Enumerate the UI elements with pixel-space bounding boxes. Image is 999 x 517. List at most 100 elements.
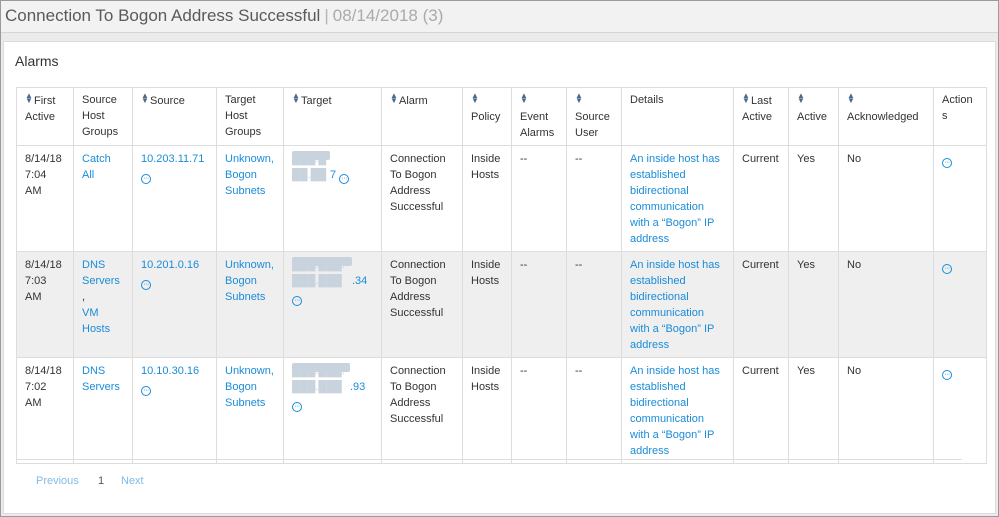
details-link[interactable]: An inside host has established bidirecti… bbox=[630, 365, 720, 457]
col-header-actions: Actions bbox=[933, 87, 987, 146]
cell-actions: ··· bbox=[933, 145, 987, 252]
sort-icon: ▲ ▼ bbox=[847, 91, 855, 105]
cell-last-active: Current bbox=[733, 357, 789, 464]
details-link[interactable]: An inside host has established bidirecti… bbox=[630, 153, 720, 245]
cell-details: An inside host has established bidirecti… bbox=[621, 251, 734, 358]
cell-policy: Inside Hosts bbox=[462, 357, 512, 464]
cell-policy: Inside Hosts bbox=[462, 251, 512, 358]
target-ip-link[interactable]: 7 bbox=[330, 169, 336, 181]
cell-alarm: Connection To Bogon Address Successful bbox=[381, 357, 463, 464]
redacted-ip: ███.███.███.███ bbox=[292, 257, 352, 287]
sort-icon: ▲ ▼ bbox=[25, 91, 33, 105]
cell-source-user: -- bbox=[566, 251, 622, 358]
cell-target: ███.███.███.███ .93 ··· bbox=[283, 357, 382, 464]
col-header-target[interactable]: ▲ ▼ Target bbox=[283, 87, 382, 146]
col-header-policy[interactable]: ▲ ▼ Policy bbox=[462, 87, 512, 146]
target-host-group-link[interactable]: Unknown, Bogon Subnets bbox=[225, 259, 274, 303]
cell-active: Yes bbox=[788, 357, 839, 464]
col-header-alarm[interactable]: ▲ ▼ Alarm bbox=[381, 87, 463, 146]
source-ip-link[interactable]: 10.201.0.16 bbox=[141, 259, 199, 271]
col-header-event-alarms[interactable]: ▲ ▼ Event Alarms bbox=[511, 87, 567, 146]
cell-source-user: -- bbox=[566, 145, 622, 252]
sort-icon: ▲ ▼ bbox=[390, 91, 398, 105]
ellipsis-circle-icon[interactable]: ··· bbox=[339, 174, 350, 184]
details-link[interactable]: An inside host has established bidirecti… bbox=[630, 259, 720, 351]
cell-last-active: Current bbox=[733, 251, 789, 358]
ellipsis-circle-icon[interactable]: ··· bbox=[292, 296, 302, 306]
cell-source-user: -- bbox=[566, 357, 622, 464]
source-host-group-link[interactable]: VM Hosts bbox=[82, 307, 110, 335]
table-row: 8/14/18 7:02 AM DNS Servers 10.10.30.16 ·… bbox=[16, 357, 987, 464]
source-ip-link[interactable]: 10.203.11.71 bbox=[141, 153, 204, 165]
cell-target: ███.███.███.███ .34 ··· bbox=[283, 251, 382, 358]
cell-target-host-groups: Unknown, Bogon Subnets bbox=[216, 251, 284, 358]
cell-source: 10.203.11.71 ··· bbox=[132, 145, 217, 252]
cell-alarm: Connection To Bogon Address Successful bbox=[381, 145, 463, 252]
source-host-group-link[interactable]: Catch All bbox=[82, 153, 111, 181]
ellipsis-circle-icon[interactable]: ··· bbox=[942, 158, 952, 168]
col-header-first-active[interactable]: ▲ ▼ First Active bbox=[16, 87, 74, 146]
col-header-last-active[interactable]: ▲ ▼ Last Active bbox=[733, 87, 789, 146]
cell-source-host-groups: DNS Servers, VM Hosts bbox=[73, 251, 133, 358]
target-ip-link[interactable]: .34 bbox=[352, 275, 367, 287]
page-subtitle: 08/14/2018 (3) bbox=[332, 6, 444, 25]
next-page-button[interactable]: Next bbox=[121, 475, 144, 487]
ellipsis-circle-icon[interactable]: ··· bbox=[141, 280, 151, 290]
cell-target-host-groups: Unknown, Bogon Subnets bbox=[216, 357, 284, 464]
ellipsis-circle-icon[interactable]: ··· bbox=[292, 402, 302, 412]
col-header-target-host-groups: Target Host Groups bbox=[216, 87, 284, 146]
ellipsis-circle-icon[interactable]: ··· bbox=[942, 370, 952, 380]
target-host-group-link[interactable]: Unknown, Bogon Subnets bbox=[225, 153, 274, 197]
alarms-table: ▲ ▼ First Active Source Host Groups ▲ ▼ Sour… bbox=[16, 87, 987, 464]
sort-icon: ▲ ▼ bbox=[797, 91, 805, 105]
ellipsis-circle-icon[interactable]: ··· bbox=[141, 386, 151, 396]
cell-first-active: 8/14/18 7:03 AM bbox=[16, 251, 74, 358]
title-separator: | bbox=[324, 6, 329, 25]
col-header-source-user[interactable]: ▲ ▼ Source User bbox=[566, 87, 622, 146]
col-header-source-host-groups: Source Host Groups bbox=[73, 87, 133, 146]
previous-page-button[interactable]: Previous bbox=[36, 475, 79, 487]
pagination: Previous 1 Next bbox=[16, 459, 962, 506]
table-row: 8/14/18 7:04 AM Catch All 10.203.11.71 ··… bbox=[16, 145, 987, 252]
source-ip-link[interactable]: 10.10.30.16 bbox=[141, 365, 199, 377]
cell-source-host-groups: Catch All bbox=[73, 145, 133, 252]
cell-source: 10.201.0.16 ··· bbox=[132, 251, 217, 358]
col-header-active[interactable]: ▲ ▼ Active bbox=[788, 87, 839, 146]
page-title: Connection To Bogon Address Successful bbox=[5, 6, 321, 25]
col-header-acknowledged[interactable]: ▲ ▼ Acknowledged bbox=[838, 87, 934, 146]
current-page-number[interactable]: 1 bbox=[98, 475, 104, 487]
cell-actions: ··· bbox=[933, 251, 987, 358]
cell-acknowledged: No bbox=[838, 145, 934, 252]
page-header: Connection To Bogon Address Successful | 0… bbox=[1, 1, 998, 33]
cell-acknowledged: No bbox=[838, 251, 934, 358]
alarms-panel: Alarms ▲ ▼ First Active Source Host Groups… bbox=[3, 41, 996, 514]
sort-icon: ▲ ▼ bbox=[742, 91, 750, 105]
cell-source-host-groups: DNS Servers bbox=[73, 357, 133, 464]
cell-last-active: Current bbox=[733, 145, 789, 252]
redacted-ip: ███.███.███.███ bbox=[292, 363, 350, 393]
ellipsis-circle-icon[interactable]: ··· bbox=[141, 174, 151, 184]
cell-event-alarms: -- bbox=[511, 357, 567, 464]
cell-details: An inside host has established bidirecti… bbox=[621, 145, 734, 252]
cell-active: Yes bbox=[788, 251, 839, 358]
cell-policy: Inside Hosts bbox=[462, 145, 512, 252]
sort-icon: ▲ ▼ bbox=[575, 91, 583, 105]
cell-first-active: 8/14/18 7:04 AM bbox=[16, 145, 74, 252]
cell-alarm: Connection To Bogon Address Successful bbox=[381, 251, 463, 358]
cell-target-host-groups: Unknown, Bogon Subnets bbox=[216, 145, 284, 252]
source-host-group-link[interactable]: DNS Servers bbox=[82, 259, 120, 287]
ellipsis-circle-icon[interactable]: ··· bbox=[942, 264, 952, 274]
table-row: 8/14/18 7:03 AM DNS Servers, VM Hosts 10.… bbox=[16, 251, 987, 358]
source-host-group-link[interactable]: DNS Servers bbox=[82, 365, 120, 393]
cell-source: 10.10.30.16 ··· bbox=[132, 357, 217, 464]
cell-event-alarms: -- bbox=[511, 251, 567, 358]
panel-title: Alarms bbox=[15, 53, 59, 69]
sort-icon: ▲ ▼ bbox=[520, 91, 528, 105]
col-header-details: Details bbox=[621, 87, 734, 146]
target-ip-link[interactable]: .93 bbox=[350, 381, 365, 393]
target-host-group-link[interactable]: Unknown, Bogon Subnets bbox=[225, 365, 274, 409]
cell-active: Yes bbox=[788, 145, 839, 252]
window-frame: Connection To Bogon Address Successful | 0… bbox=[0, 0, 999, 517]
cell-details: An inside host has established bidirecti… bbox=[621, 357, 734, 464]
col-header-source[interactable]: ▲ ▼ Source bbox=[132, 87, 217, 146]
